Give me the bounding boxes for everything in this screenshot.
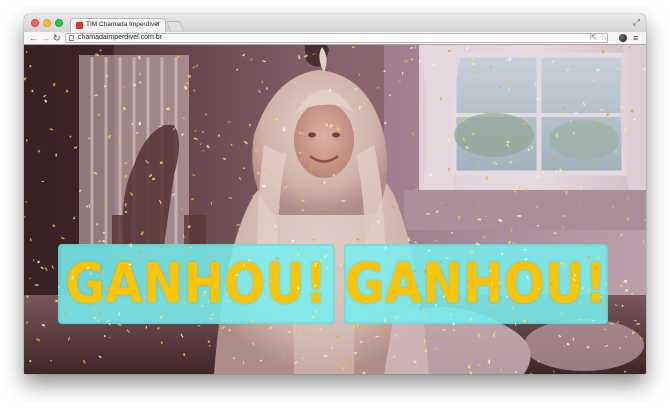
page-content: GANHOU! GANHOU! <box>24 45 646 374</box>
ganhou-banner-left: GANHOU! <box>58 244 335 324</box>
window-close-button[interactable] <box>31 19 39 27</box>
ganhou-text-right: GANHOU! <box>344 251 608 317</box>
tab-title: TIM Chamada Imperdível <box>86 21 160 28</box>
browser-titlebar: TIM Chamada Imperdível × ⤢ <box>24 14 646 32</box>
menu-hamburger-icon[interactable]: ≡ <box>633 32 638 44</box>
back-arrow-icon[interactable]: ← <box>29 32 38 44</box>
url-text[interactable]: chamadaimperdivel.com.br <box>78 34 162 42</box>
tab-favicon-icon <box>76 22 83 29</box>
browser-window: TIM Chamada Imperdível × ⤢ ← → ↻ chamada… <box>24 14 646 374</box>
ganhou-banner-right: GANHOU! <box>344 244 608 324</box>
browser-toolbar: ← → ↻ chamadaimperdivel.com.br ⇱ ☆ ≡ <box>24 32 646 45</box>
extension-icon[interactable] <box>619 34 627 42</box>
tab-close-icon[interactable]: × <box>156 20 160 30</box>
window-maximize-button[interactable] <box>55 19 63 27</box>
cast-icon[interactable]: ⇱ <box>590 32 597 44</box>
bookmark-star-icon[interactable]: ☆ <box>600 32 607 44</box>
reload-icon[interactable]: ↻ <box>53 32 61 44</box>
browser-tab[interactable]: TIM Chamada Imperdível × <box>70 18 166 32</box>
forward-arrow-icon[interactable]: → <box>41 32 50 44</box>
video-scene-image <box>24 45 646 374</box>
new-tab-button[interactable] <box>165 21 185 31</box>
ganhou-text-left: GANHOU! <box>65 251 328 317</box>
fullscreen-icon[interactable]: ⤢ <box>633 17 640 27</box>
address-bar[interactable]: chamadaimperdivel.com.br <box>65 33 608 43</box>
window-minimize-button[interactable] <box>43 19 51 27</box>
page-icon <box>69 35 74 41</box>
